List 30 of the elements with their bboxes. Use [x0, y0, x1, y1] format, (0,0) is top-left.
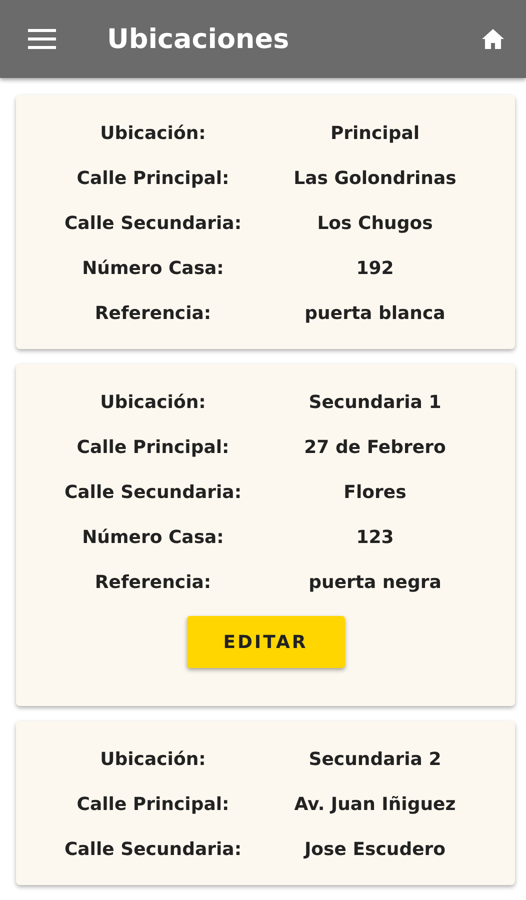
menu-icon[interactable]: [28, 29, 56, 49]
field-label: Calle Secundaria:: [63, 481, 243, 505]
field-label: Calle Principal:: [76, 793, 230, 817]
field-label: Referencia:: [94, 571, 212, 595]
field-value: Flores: [342, 481, 408, 505]
field-value: 123: [355, 526, 395, 550]
field-label: Número Casa:: [81, 257, 225, 281]
field-label: Calle Principal:: [76, 167, 230, 191]
field-value: Secundaria 1: [308, 391, 442, 415]
field-value: 192: [355, 257, 395, 281]
field-value: Secundaria 2: [308, 748, 442, 772]
field-value: Los Chugos: [316, 212, 434, 236]
edit-button[interactable]: EDITAR: [186, 616, 344, 668]
field-value: puerta blanca: [304, 302, 446, 326]
field-label: Calle Secundaria:: [63, 838, 243, 862]
field-value: Principal: [329, 122, 421, 146]
home-icon[interactable]: [482, 29, 504, 49]
field-label: Número Casa:: [81, 526, 225, 550]
page-title: Ubicaciones: [107, 24, 290, 54]
field-value: Las Golondrinas: [292, 167, 458, 191]
field-label: Ubicación:: [99, 122, 207, 146]
field-label: Ubicación:: [99, 391, 207, 415]
field-value: puerta negra: [308, 571, 442, 595]
field-label: Calle Principal:: [76, 436, 230, 460]
field-label: Ubicación:: [99, 748, 207, 772]
field-value: Av. Juan Iñiguez: [293, 793, 457, 817]
field-value: Jose Escudero: [302, 838, 447, 862]
field-value: 27 de Febrero: [303, 436, 447, 460]
field-label: Calle Secundaria:: [63, 212, 243, 236]
field-label: Referencia:: [94, 302, 212, 326]
